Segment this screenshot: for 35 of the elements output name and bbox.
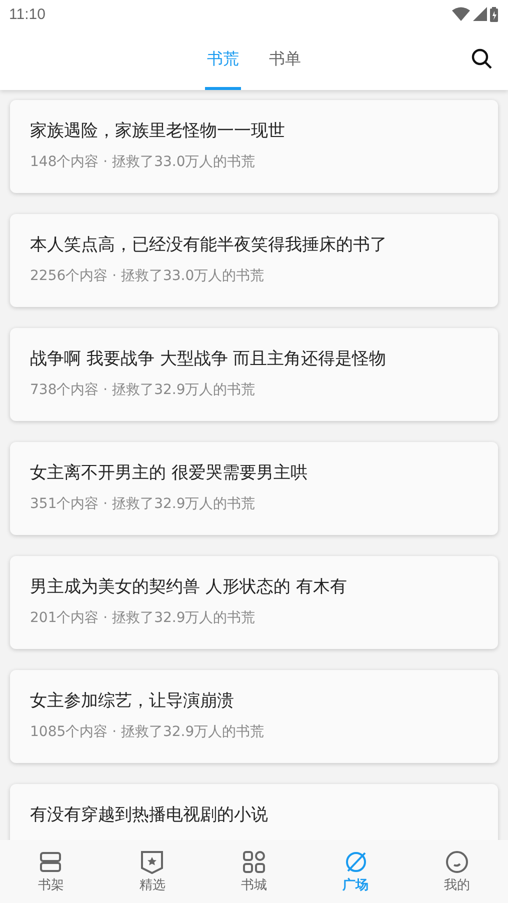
smiley-icon bbox=[445, 850, 470, 874]
topic-card[interactable]: 本人笑点高，已经没有能半夜笑得我捶床的书了 2256个内容 · 拯救了33.0万人的书荒 bbox=[10, 214, 498, 307]
topic-title: 男主成为美女的契约兽 人形状态的 有木有 bbox=[30, 576, 348, 598]
topic-card[interactable]: 有没有穿越到热播电视剧的小说 bbox=[10, 784, 498, 840]
planet-icon bbox=[344, 850, 368, 874]
wifi-icon bbox=[452, 7, 470, 21]
topic-title: 本人笑点高，已经没有能半夜笑得我捶床的书了 bbox=[30, 234, 388, 256]
topic-meta: 738个内容 · 拯救了32.9万人的书荒 bbox=[30, 381, 256, 399]
grid-icon bbox=[242, 850, 266, 874]
topic-meta: 148个内容 · 拯救了33.0万人的书荒 bbox=[30, 153, 256, 171]
nav-item[interactable]: 精选 bbox=[102, 840, 204, 903]
topic-card[interactable]: 家族遇险，家族里老怪物一一现世 148个内容 · 拯救了33.0万人的书荒 bbox=[10, 100, 498, 193]
topic-card[interactable]: 战争啊 我要战争 大型战争 而且主角还得是怪物 738个内容 · 拯救了32.9万人的书荒 bbox=[10, 328, 498, 421]
nav-item[interactable]: 书城 bbox=[203, 840, 305, 903]
search-button[interactable] bbox=[470, 47, 494, 71]
topic-card[interactable]: 女主参加综艺，让导演崩溃 1085个内容 · 拯救了32.9万人的书荒 bbox=[10, 670, 498, 763]
status-time: 11:10 bbox=[9, 6, 46, 22]
topic-title: 女主参加综艺，让导演崩溃 bbox=[30, 690, 235, 712]
topic-title: 有没有穿越到热播电视剧的小说 bbox=[30, 804, 269, 826]
topic-meta: 351个内容 · 拯救了32.9万人的书荒 bbox=[30, 495, 256, 513]
topic-meta: 201个内容 · 拯救了32.9万人的书荒 bbox=[30, 609, 256, 627]
nav-item[interactable]: 我的 bbox=[406, 840, 508, 903]
topic-card[interactable]: 男主成为美女的契约兽 人形状态的 有木有 201个内容 · 拯救了32.9万人的书荒 bbox=[10, 556, 498, 649]
battery-icon bbox=[490, 6, 498, 22]
topic-title: 战争啊 我要战争 大型战争 而且主角还得是怪物 bbox=[30, 348, 388, 370]
signal-icon bbox=[473, 7, 487, 21]
tab[interactable]: 书单 bbox=[267, 28, 303, 90]
topic-meta: 1085个内容 · 拯救了32.9万人的书荒 bbox=[30, 723, 266, 741]
topic-title: 家族遇险，家族里老怪物一一现世 bbox=[30, 120, 286, 142]
topic-card[interactable]: 女主离不开男主的 很爱哭需要男主哄 351个内容 · 拯救了32.9万人的书荒 bbox=[10, 442, 498, 535]
nav-item[interactable]: 书架 bbox=[0, 840, 102, 903]
star-badge-icon bbox=[140, 850, 164, 874]
topic-meta: 2256个内容 · 拯救了33.0万人的书荒 bbox=[30, 267, 266, 285]
books-icon bbox=[38, 850, 63, 874]
topic-title: 女主离不开男主的 很爱哭需要男主哄 bbox=[30, 462, 308, 484]
